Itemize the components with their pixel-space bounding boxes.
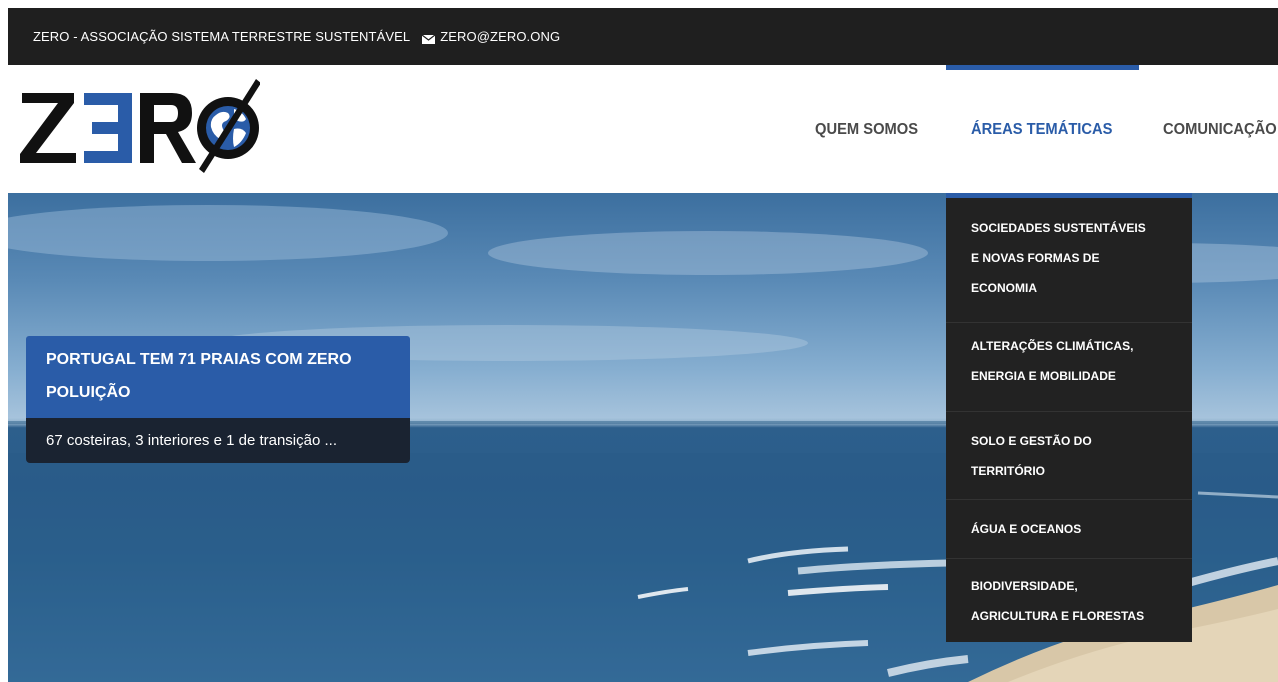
menu-item-label: E NOVAS FORMAS DE [971,251,1100,265]
slide-headline-line2: POLUIÇÃO [46,384,131,401]
menu-item-label: ALTERAÇÕES CLIMÁTICAS, [971,339,1134,353]
site-header: QUEM SOMOS ÁREAS TEMÁTICAS COMUNICAÇÃO [8,65,1278,193]
menu-item-solo-territorio[interactable]: SOLO E GESTÃO DO TERRITÓRIO [946,412,1192,500]
email-link[interactable]: ZERO@ZERO.ONG [440,29,560,44]
menu-item-label: BIODIVERSIDADE, [971,579,1078,593]
menu-item-label: AGRICULTURA E FLORESTAS [971,609,1145,623]
top-info-bar: ZERO - ASSOCIAÇÃO SISTEMA TERRESTRE SUST… [8,8,1278,65]
areas-tematicas-dropdown: SOCIEDADES SUSTENTÁVEIS E NOVAS FORMAS D… [946,193,1192,642]
menu-item-label: ENERGIA E MOBILIDADE [971,369,1116,383]
menu-item-label: ÁGUA E OCEANOS [971,522,1082,536]
nav-areas-tematicas[interactable]: ÁREAS TEMÁTICAS [971,121,1112,139]
menu-item-alteracoes-climaticas[interactable]: ALTERAÇÕES CLIMÁTICAS, ENERGIA E MOBILID… [946,323,1192,412]
slide-headline[interactable]: PORTUGAL TEM 71 PRAIAS COM ZERO POLUIÇÃO [26,336,410,418]
menu-item-sociedades-sustentaveis[interactable]: SOCIEDADES SUSTENTÁVEIS E NOVAS FORMAS D… [946,213,1192,323]
site-logo[interactable] [20,77,261,173]
menu-item-label: SOCIEDADES SUSTENTÁVEIS [971,221,1146,235]
nav-active-indicator [946,65,1139,70]
menu-item-label: TERRITÓRIO [971,464,1045,478]
slide-subtitle[interactable]: 67 costeiras, 3 interiores e 1 de transi… [26,418,410,463]
organization-name: ZERO - ASSOCIAÇÃO SISTEMA TERRESTRE SUST… [33,29,411,44]
menu-item-agua-oceanos[interactable]: ÁGUA E OCEANOS [946,500,1192,559]
menu-item-label: ECONOMIA [971,281,1037,295]
nav-comunicacao[interactable]: COMUNICAÇÃO [1163,121,1277,139]
menu-item-label: SOLO E GESTÃO DO [971,434,1092,448]
envelope-icon [421,32,436,44]
menu-item-biodiversidade[interactable]: BIODIVERSIDADE, AGRICULTURA E FLORESTAS [946,559,1192,642]
slide-headline-line1: PORTUGAL TEM 71 PRAIAS COM ZERO [46,351,352,368]
nav-quem-somos[interactable]: QUEM SOMOS [815,121,918,139]
page: ZERO - ASSOCIAÇÃO SISTEMA TERRESTRE SUST… [0,0,1278,682]
